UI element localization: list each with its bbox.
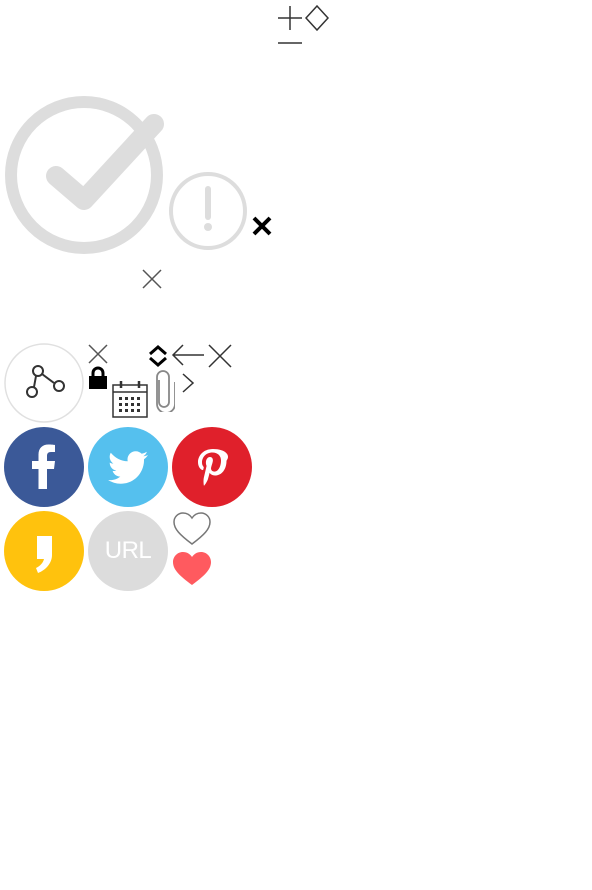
plus-icon[interactable] xyxy=(277,5,303,31)
paperclip-icon[interactable] xyxy=(151,370,175,412)
calendar-icon[interactable] xyxy=(111,379,149,419)
twitter-icon xyxy=(108,451,148,484)
kakaostory-share-button[interactable] xyxy=(4,511,84,591)
heart-outline-icon[interactable] xyxy=(172,511,212,547)
minus-icon[interactable] xyxy=(277,36,303,50)
facebook-icon xyxy=(32,444,55,489)
pinterest-icon xyxy=(198,449,229,486)
pinterest-share-button[interactable] xyxy=(172,427,252,507)
facebook-share-button[interactable] xyxy=(4,427,84,507)
chevron-right-icon[interactable] xyxy=(180,372,196,394)
check-circle-icon xyxy=(4,96,164,254)
heart-filled-icon[interactable] xyxy=(172,551,212,587)
exclamation-circle-icon xyxy=(168,171,248,251)
lock-icon xyxy=(88,366,108,390)
arrow-left-icon[interactable] xyxy=(171,344,205,366)
kakaostory-icon xyxy=(36,536,52,573)
close-icon[interactable] xyxy=(207,343,233,369)
close-bold-icon[interactable] xyxy=(252,216,272,236)
share-button[interactable] xyxy=(4,343,84,423)
url-share-button[interactable]: URL xyxy=(88,511,168,591)
twitter-share-button[interactable] xyxy=(88,427,168,507)
diamond-sort-icon[interactable] xyxy=(305,5,329,33)
close-icon[interactable] xyxy=(142,269,162,289)
close-icon[interactable] xyxy=(88,344,108,364)
url-label: URL xyxy=(104,537,152,564)
chevron-up-down-icon[interactable] xyxy=(146,343,170,369)
